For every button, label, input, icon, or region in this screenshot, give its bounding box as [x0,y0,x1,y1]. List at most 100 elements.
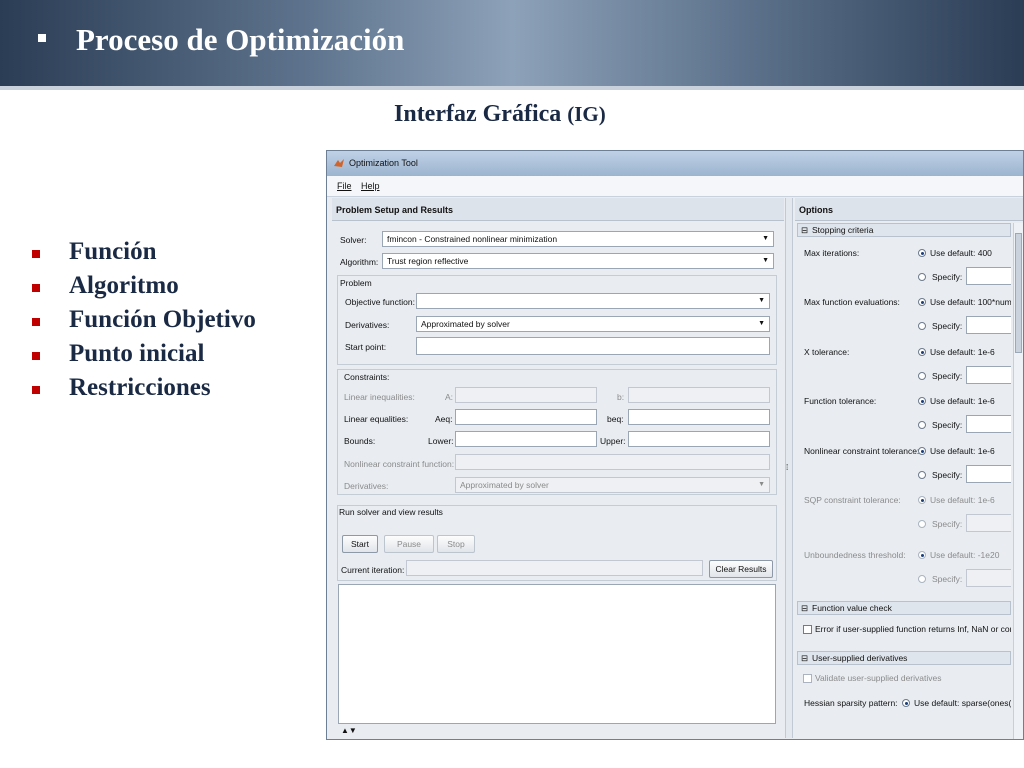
unboundedness-threshold-default-radio[interactable] [918,551,926,559]
user-supplied-derivatives-title: User-supplied derivatives [812,653,908,663]
sqp-constraint-tolerance-default-label: Use default: 1e-6 [930,495,995,505]
bullet-square-icon [32,250,40,258]
bullet-square-icon [32,386,40,394]
max-fun-evals-default-radio[interactable] [918,298,926,306]
function-value-check-title: Function value check [812,603,892,613]
derivatives-select[interactable]: Approximated by solver ▼ [416,316,770,332]
stop-button[interactable]: Stop [437,535,475,553]
bullet-text: Punto inicial [69,340,205,367]
b-vector-input[interactable] [628,387,770,403]
results-area[interactable] [338,584,776,724]
function-tolerance-label: Function tolerance: [804,396,877,406]
bullet-text: Función Objetivo [69,306,256,333]
hessian-sparsity-default-radio[interactable] [902,699,910,707]
validate-derivatives-checkbox[interactable] [803,674,812,683]
bullet-item: Función [32,238,256,272]
panel-splitter[interactable]: ⁞ [785,198,793,738]
bullet-square-icon [32,352,40,360]
window-titlebar[interactable]: Optimization Tool [327,151,1023,176]
problem-setup-title: Problem Setup and Results [336,205,454,215]
menu-help[interactable]: Help [361,181,380,191]
error-check-checkbox[interactable] [803,625,812,634]
bullet-list: Función Algoritmo Función Objetivo Punto… [32,238,256,408]
beq-input[interactable] [628,409,770,425]
max-iterations-input[interactable] [966,267,1011,285]
problem-label: Problem [340,278,372,288]
options-scrollbar[interactable] [1013,223,1023,739]
objective-function-label: Objective function: [345,297,415,307]
bullet-item: Función Objetivo [32,306,256,340]
user-supplied-derivatives-header[interactable]: ⊟ User-supplied derivatives [797,651,1011,665]
chevron-down-icon: ▼ [758,481,765,488]
bounds-label: Bounds: [344,436,376,446]
title-bullet-icon [38,34,46,42]
bullet-square-icon [32,318,40,326]
unboundedness-threshold-specify-radio[interactable] [918,575,926,583]
sqp-constraint-tolerance-default-radio[interactable] [918,496,926,504]
solver-label: Solver: [340,235,367,245]
clear-results-button[interactable]: Clear Results [709,560,773,578]
a-label: A: [445,392,454,402]
function-tolerance-default-radio[interactable] [918,397,926,405]
error-check-label: Error if user-supplied function returns … [815,624,1011,634]
optimization-tool-window: Optimization Tool File Help Problem Setu… [326,150,1024,740]
unboundedness-threshold-input[interactable] [966,569,1011,587]
nonlinear-constraint-tolerance-default-radio[interactable] [918,447,926,455]
function-tolerance-specify-radio[interactable] [918,421,926,429]
specify-label: Specify: [932,321,963,331]
menu-file[interactable]: File [337,181,352,191]
stopping-criteria-title: Stopping criteria [812,225,874,235]
derivatives-value: Approximated by solver [421,319,510,329]
max-fun-evals-specify-radio[interactable] [918,322,926,330]
nonlinear-constraint-tolerance-specify-radio[interactable] [918,471,926,479]
b-label: b: [617,392,625,402]
specify-label: Specify: [932,371,963,381]
start-button[interactable]: Start [342,535,378,553]
lower-bounds-input[interactable] [455,431,597,447]
matlab-icon [334,159,344,167]
constraint-derivatives-value: Approximated by solver [460,480,549,490]
x-tolerance-specify-radio[interactable] [918,372,926,380]
x-tolerance-default-radio[interactable] [918,348,926,356]
bullet-item: Punto inicial [32,340,256,374]
bullet-text: Algoritmo [69,272,179,299]
sqp-constraint-tolerance-label: SQP constraint tolerance: [804,495,901,505]
constraint-derivatives-select[interactable]: Approximated by solver ▼ [455,477,770,493]
max-iterations-default-radio[interactable] [918,249,926,257]
collapse-arrows-icon[interactable]: ▲▼ [341,726,357,735]
function-value-check-header[interactable]: ⊟ Function value check [797,601,1011,615]
upper-bounds-input[interactable] [628,431,770,447]
start-point-input[interactable] [416,337,770,355]
pause-button[interactable]: Pause [384,535,434,553]
specify-label: Specify: [932,519,963,529]
aeq-input[interactable] [455,409,597,425]
nonlinear-constraint-tolerance-label: Nonlinear constraint tolerance: [804,446,920,456]
current-iteration-field [406,560,703,576]
specify-label: Specify: [932,272,963,282]
subtitle-main: Interfaz Gráfica [394,101,562,127]
nonlinear-constraint-input[interactable] [455,454,770,470]
current-iteration-label: Current iteration: [341,565,405,575]
solver-select[interactable]: fmincon - Constrained nonlinear minimiza… [382,231,774,247]
nonlinear-constraint-tolerance-input[interactable] [966,465,1011,483]
max-fun-evals-input[interactable] [966,316,1011,334]
max-iterations-specify-radio[interactable] [918,273,926,281]
x-tolerance-default-label: Use default: 1e-6 [930,347,995,357]
a-matrix-input[interactable] [455,387,597,403]
objective-function-input[interactable]: ▼ [416,293,770,309]
start-point-label: Start point: [345,342,387,352]
stopping-criteria-header[interactable]: ⊟ Stopping criteria [797,223,1011,237]
slide-subtitle: Interfaz Gráfica (IG) [394,101,606,128]
menu-bar: File Help [327,176,1023,197]
algorithm-select[interactable]: Trust region reflective ▼ [382,253,774,269]
function-tolerance-input[interactable] [966,415,1011,433]
problem-setup-header: Problem Setup and Results [332,198,784,221]
constraints-label: Constraints: [344,372,390,382]
x-tolerance-input[interactable] [966,366,1011,384]
bullet-text: Restricciones [69,374,211,401]
sqp-constraint-tolerance-specify-radio[interactable] [918,520,926,528]
sqp-constraint-tolerance-input[interactable] [966,514,1011,532]
scrollbar-thumb[interactable] [1015,233,1022,353]
collapse-icon: ⊟ [801,653,809,663]
max-iterations-label: Max iterations: [804,248,860,258]
